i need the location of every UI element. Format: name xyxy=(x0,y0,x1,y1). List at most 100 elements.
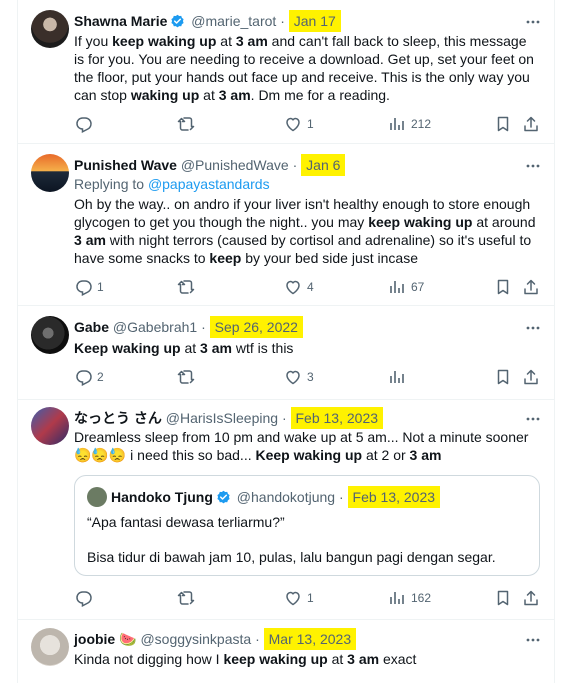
views-icon xyxy=(390,280,404,294)
share-icon xyxy=(524,590,538,606)
share-icon xyxy=(524,369,538,385)
quoted-text-line: Bisa tidur di bawah jam 10, pulas, lalu … xyxy=(87,549,496,565)
like-count: 3 xyxy=(307,370,314,384)
text-segment: . Dm me for a reading. xyxy=(250,87,390,103)
quoted-tweet-header: Handoko Tjung @handokotjung · Feb 13, 20… xyxy=(87,486,441,508)
avatar[interactable] xyxy=(31,628,69,666)
separator-dot: · xyxy=(292,157,298,173)
tweet[interactable]: Punished Wave @PunishedWave · Jan 6 Repl… xyxy=(17,144,555,306)
repost-button[interactable] xyxy=(177,589,200,607)
share-button[interactable] xyxy=(522,115,540,133)
author-name[interactable]: Gabe xyxy=(74,319,109,335)
verified-icon xyxy=(216,490,231,505)
tweet-date[interactable]: Jan 17 xyxy=(288,10,341,32)
bookmark-button[interactable] xyxy=(494,278,512,296)
text-bold: Keep waking up xyxy=(74,340,181,356)
text-segment: at xyxy=(180,340,201,356)
views-button[interactable]: 212 xyxy=(388,115,431,133)
more-icon[interactable] xyxy=(525,411,541,427)
author-handle[interactable]: @Gabebrah1 xyxy=(113,319,197,335)
views-button[interactable]: 67 xyxy=(388,278,424,296)
reply-button[interactable] xyxy=(74,589,97,607)
separator-dot: · xyxy=(255,631,260,647)
text-bold: Keep waking up xyxy=(255,447,363,463)
like-button[interactable]: 4 xyxy=(284,278,314,296)
text-bold: 3 xyxy=(74,232,82,248)
reply-button[interactable] xyxy=(74,115,97,133)
text-bold: 3 am xyxy=(218,87,251,103)
tweet-text: Oh by the way.. on andro if your liver i… xyxy=(74,195,540,267)
like-button[interactable]: 1 xyxy=(284,115,314,133)
avatar[interactable] xyxy=(31,316,69,354)
share-button[interactable] xyxy=(522,589,540,607)
bookmark-button[interactable] xyxy=(494,115,512,133)
author-name[interactable]: なっとう さん xyxy=(74,410,162,426)
tweet-header: joobie 🍉 @soggysinkpasta · Mar 13, 2023 xyxy=(74,628,357,650)
author-name[interactable]: Punished Wave xyxy=(74,157,177,173)
views-count: 212 xyxy=(411,117,432,131)
repost-button[interactable] xyxy=(177,368,200,386)
text-segment: i need this so bad... xyxy=(126,447,256,463)
views-button[interactable]: 162 xyxy=(388,589,431,607)
separator-dot: · xyxy=(201,319,206,335)
more-icon[interactable] xyxy=(525,320,541,336)
tweet[interactable]: Shawna Marie @marie_tarot · Jan 17 If yo… xyxy=(17,0,555,144)
tweet-date[interactable]: Sep 26, 2022 xyxy=(209,316,303,338)
avatar[interactable] xyxy=(31,407,69,445)
emoji-sweat: 😓😓😓 xyxy=(74,447,127,463)
tweet-date[interactable]: Jan 6 xyxy=(301,154,346,176)
author-name[interactable]: joobie xyxy=(74,631,115,647)
more-icon[interactable] xyxy=(525,158,541,174)
tweet-date[interactable]: Feb 13, 2023 xyxy=(290,407,384,429)
tweet[interactable]: なっとう さん @HarisIsSleeping · Feb 13, 2023 … xyxy=(17,400,555,620)
text-bold: keep waking up xyxy=(112,33,217,49)
repost-button[interactable] xyxy=(177,115,200,133)
reply-button[interactable]: 1 xyxy=(74,278,104,296)
repost-button[interactable] xyxy=(177,278,200,296)
replying-to-label: Replying to xyxy=(74,176,145,192)
share-button[interactable] xyxy=(522,278,540,296)
avatar[interactable] xyxy=(31,10,69,48)
views-icon xyxy=(390,370,404,384)
reply-count: 1 xyxy=(97,280,104,294)
bookmark-button[interactable] xyxy=(494,368,512,386)
author-name[interactable]: Shawna Marie xyxy=(74,13,167,29)
replying-to: Replying to @papayastandards xyxy=(74,175,270,193)
views-count: 67 xyxy=(411,280,425,294)
share-button[interactable] xyxy=(522,368,540,386)
views-icon xyxy=(390,117,404,131)
avatar[interactable] xyxy=(31,154,69,192)
share-icon xyxy=(524,279,538,295)
share-icon xyxy=(524,116,538,132)
text-bold: 3 am xyxy=(409,447,442,463)
tweet[interactable]: Gabe @Gabebrah1 · Sep 26, 2022 Keep waki… xyxy=(17,306,555,400)
author-handle[interactable]: @HarisIsSleeping xyxy=(166,410,278,426)
separator-dot: · xyxy=(281,410,287,426)
author-handle[interactable]: @soggysinkpasta xyxy=(140,631,251,647)
bookmark-icon xyxy=(497,590,509,606)
views-button[interactable] xyxy=(388,368,411,386)
like-button[interactable]: 1 xyxy=(284,589,314,607)
quoted-author-name: Handoko Tjung xyxy=(111,489,213,505)
action-bar: 1 4 67 xyxy=(74,278,544,296)
more-icon[interactable] xyxy=(525,632,541,648)
tweet-date[interactable]: Mar 13, 2023 xyxy=(263,628,357,650)
bookmark-icon xyxy=(497,279,509,295)
quoted-tweet[interactable]: Handoko Tjung @handokotjung · Feb 13, 20… xyxy=(74,475,540,576)
text-segment: wtf is this xyxy=(231,340,294,356)
author-handle[interactable]: @PunishedWave xyxy=(181,157,289,173)
like-icon xyxy=(286,280,300,295)
like-button[interactable]: 3 xyxy=(284,368,314,386)
author-handle[interactable]: @marie_tarot xyxy=(191,13,276,29)
replying-to-link[interactable]: @papayastandards xyxy=(148,176,270,192)
reply-icon xyxy=(76,280,92,296)
text-bold: 3 am xyxy=(347,651,380,667)
views-icon xyxy=(390,591,404,605)
bookmark-button[interactable] xyxy=(494,589,512,607)
reply-button[interactable]: 2 xyxy=(74,368,104,386)
more-icon[interactable] xyxy=(525,14,541,30)
repost-icon xyxy=(177,591,195,605)
tweet[interactable]: joobie 🍉 @soggysinkpasta · Mar 13, 2023 … xyxy=(17,620,555,683)
watermelon-emoji: 🍉 xyxy=(119,631,137,647)
text-bold: keep xyxy=(209,250,242,266)
